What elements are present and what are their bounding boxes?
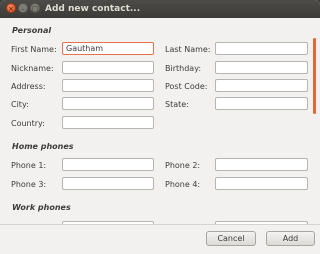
home-phone3-field[interactable]	[62, 177, 154, 190]
home-phone1-label: Phone 1:	[11, 161, 47, 170]
post-code-label: Post Code:	[165, 82, 208, 91]
nickname-label: Nickname:	[11, 64, 54, 73]
state-label: State:	[165, 100, 189, 109]
birthday-label: Birthday:	[165, 64, 202, 73]
home-phone3-label: Phone 3:	[11, 180, 47, 189]
home-phone2-field[interactable]	[215, 158, 308, 171]
home-phone1-field[interactable]	[62, 158, 154, 171]
city-label: City:	[11, 100, 29, 109]
address-field[interactable]	[62, 79, 154, 92]
birthday-field[interactable]	[215, 61, 308, 74]
scrollbar[interactable]	[313, 38, 316, 114]
post-code-field[interactable]	[215, 79, 308, 92]
cancel-button[interactable]: Cancel	[206, 231, 256, 246]
home-phone4-field[interactable]	[215, 177, 308, 190]
country-field[interactable]	[62, 116, 154, 129]
dialog-footer: Cancel Add	[0, 225, 320, 254]
close-window-icon[interactable]: ×	[6, 3, 16, 13]
minimize-window-icon[interactable]: –	[18, 3, 28, 13]
section-work-phones: Work phones	[12, 203, 71, 212]
city-field[interactable]	[62, 97, 154, 110]
add-contact-dialog: × – □ Add new contact... Personal First …	[0, 0, 320, 254]
first-name-field[interactable]: Gautham	[62, 42, 154, 55]
window-title: Add new contact...	[45, 4, 141, 14]
country-label: Country:	[11, 119, 45, 128]
first-name-label: First Name:	[11, 45, 57, 54]
address-label: Address:	[11, 82, 46, 91]
last-name-field[interactable]	[215, 42, 308, 55]
last-name-label: Last Name:	[165, 45, 211, 54]
section-personal: Personal	[12, 26, 52, 35]
form-content: Personal First Name: Gautham Last Name: …	[0, 18, 320, 226]
state-field[interactable]	[215, 97, 308, 110]
nickname-field[interactable]	[62, 61, 154, 74]
home-phone2-label: Phone 2:	[165, 161, 201, 170]
add-button[interactable]: Add	[266, 231, 315, 246]
section-home-phones: Home phones	[12, 142, 74, 151]
title-bar: × – □ Add new contact...	[0, 0, 320, 18]
home-phone4-label: Phone 4:	[165, 180, 201, 189]
maximize-window-icon[interactable]: □	[30, 3, 40, 13]
